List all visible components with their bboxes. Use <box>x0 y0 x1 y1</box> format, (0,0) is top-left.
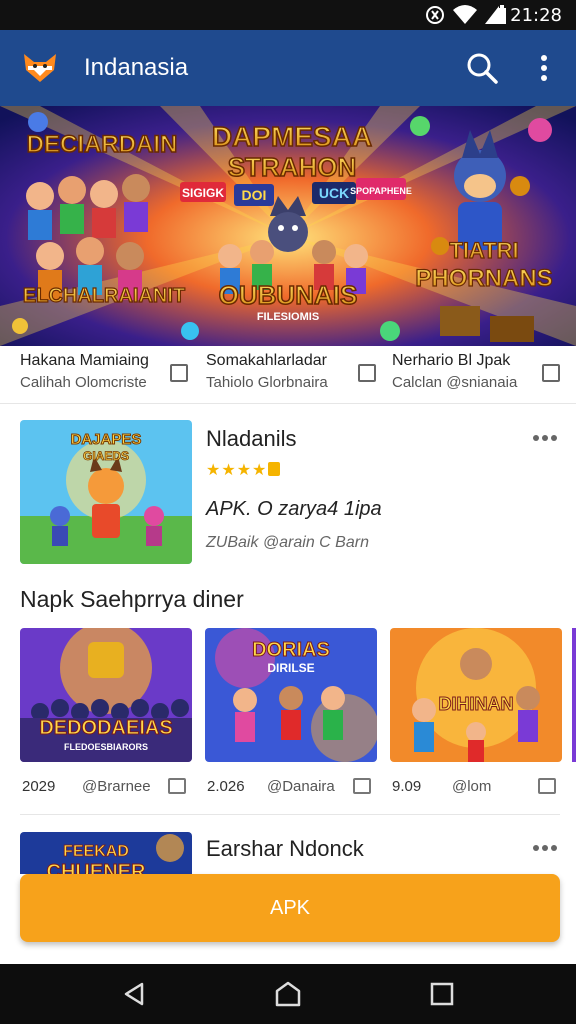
banner-bottom-right-1: TIATRI <box>449 238 518 263</box>
featured-subtitle: Calclan @snianaia <box>392 374 518 391</box>
thumb-text-2: GIAEDS <box>83 449 129 463</box>
app-bar: Indanasia <box>0 30 576 106</box>
tile-art-text-1: DIHINAN <box>439 694 514 714</box>
tile-meta: 2029 @Brarnee <box>20 776 192 806</box>
overflow-menu-icon[interactable] <box>530 50 558 86</box>
featured-subtitle: Calihah Olomcriste <box>20 374 147 391</box>
featured-checkbox-icon[interactable] <box>358 364 376 382</box>
status-time: 21:28 <box>510 5 562 26</box>
section-title: Napk Saehprrya diner <box>20 586 244 612</box>
banner-tag-3: UCK <box>319 185 349 201</box>
app-title: Indanasia <box>84 54 189 81</box>
tile-handle: @Brarnee <box>82 778 151 795</box>
app-thumbnail[interactable]: DAJAPES GIAEDS <box>20 420 192 564</box>
thumb-text-1: DAJAPES <box>71 431 142 448</box>
banner-headline-center-1: DAPMESAA <box>212 121 372 152</box>
tile-handle: @lom <box>452 778 492 795</box>
app-card[interactable]: DAJAPES GIAEDS Nladanils ★★★★ APK. O zar… <box>0 404 576 580</box>
tile-value: 2.026 <box>207 778 245 795</box>
featured-item[interactable]: Somakahlarladar Tahiolo Glorbnaira <box>206 352 376 400</box>
tile-checkbox-icon[interactable] <box>353 778 371 794</box>
tile-art-text-2: DIRILSE <box>267 661 314 675</box>
featured-item[interactable]: Nerhario Bl Jpak Calclan @snianaia <box>392 352 560 400</box>
featured-title: Somakahlarladar <box>206 352 327 369</box>
banner-tag-2: DOI <box>242 187 267 203</box>
banner-bottom-center-sub: FILESIOMIS <box>257 311 319 323</box>
tile-art: DORIAS DIRILSE <box>205 628 377 762</box>
tile-art-text-1: DEDODAEIAS <box>39 717 172 739</box>
system-nav-bar <box>0 964 576 1024</box>
banner-headline-center-2: STRAHON <box>228 152 357 182</box>
featured-row: Hakana Mamiaing Calihah Olomcriste Somak… <box>0 346 576 404</box>
tile-card[interactable]: DIHINAN 9.09 @lom <box>390 628 562 806</box>
app-title: Earshar Ndonck <box>206 836 364 861</box>
app-meta: ZUBaik @arain C Barn <box>206 534 369 551</box>
hero-banner[interactable]: DECIARDAIN DAPMESAA STRAHON SIGIGK DOI U… <box>0 106 576 346</box>
tile-checkbox-icon[interactable] <box>168 778 186 794</box>
tile-checkbox-icon[interactable] <box>538 778 556 794</box>
more-options-icon[interactable] <box>532 432 558 444</box>
signal-icon <box>426 6 444 24</box>
tile-meta: 9.09 @lom <box>390 776 562 806</box>
tile-value: 9.09 <box>392 778 422 795</box>
apk-download-button[interactable]: APK <box>20 874 560 942</box>
tile-handle: @Danaira <box>267 778 335 795</box>
recents-icon[interactable] <box>428 980 456 1008</box>
search-icon[interactable] <box>464 50 500 86</box>
banner-tag-1: SIGIGK <box>182 186 224 200</box>
featured-subtitle: Tahiolo Glorbnaira <box>206 374 328 391</box>
wifi-icon <box>453 5 477 24</box>
rating-stars: ★★★★ <box>206 462 268 479</box>
divider <box>20 814 560 815</box>
featured-checkbox-icon[interactable] <box>542 364 560 382</box>
tile-meta: 2.026 @Danaira <box>205 776 377 806</box>
more-options-icon[interactable] <box>532 842 558 854</box>
status-bar: 21:28 <box>0 0 576 30</box>
app-thumbnail-art: DAJAPES GIAEDS <box>20 420 192 564</box>
app-subtitle: APK. O zarya4 1ipa <box>206 498 382 520</box>
tile-art-text-2: FLEDOESBIARORS <box>64 742 148 752</box>
battery-icon <box>498 5 506 24</box>
featured-title: Hakana Mamiaing <box>20 352 149 369</box>
tile-card[interactable]: DORIAS DIRILSE 2.026 @Danaira <box>205 628 377 806</box>
tile-art: DIHINAN <box>390 628 562 762</box>
thumb-text-1: FEEKAD <box>63 843 129 860</box>
banner-artwork: DECIARDAIN DAPMESAA STRAHON SIGIGK DOI U… <box>0 106 576 346</box>
tile-card[interactable]: DEDODAEIAS FLEDOESBIARORS 2029 @Brarnee <box>20 628 192 806</box>
app-title: Nladanils <box>206 426 297 451</box>
tile-image[interactable]: DIHINAN <box>390 628 562 762</box>
tile-image[interactable]: DEDODAEIAS FLEDOESBIARORS <box>20 628 192 762</box>
tile-peek <box>572 628 576 762</box>
banner-headline-left: DECIARDAIN <box>27 131 178 158</box>
rating-badge-icon <box>268 462 280 476</box>
banner-bottom-right-2: PHORNANS <box>415 265 552 292</box>
home-icon[interactable] <box>274 980 302 1008</box>
tile-image[interactable]: DORIAS DIRILSE <box>205 628 377 762</box>
banner-tag-4: SPOPAPHENE <box>350 186 412 196</box>
app-card[interactable]: FEEKAD CHUENER Earshar Ndonck <box>0 820 576 880</box>
tile-value: 2029 <box>22 778 56 795</box>
fox-logo-icon[interactable] <box>20 48 60 88</box>
banner-bottom-center: OUBUNAIS <box>219 280 358 310</box>
featured-item[interactable]: Hakana Mamiaing Calihah Olomcriste <box>20 352 190 400</box>
featured-checkbox-icon[interactable] <box>170 364 188 382</box>
back-icon[interactable] <box>120 980 148 1008</box>
featured-title: Nerhario Bl Jpak <box>392 352 511 369</box>
app-thumbnail[interactable]: FEEKAD CHUENER <box>20 832 192 880</box>
app-thumbnail-art: FEEKAD CHUENER <box>20 832 192 880</box>
banner-bottom-left: ELCHALRAIANIT <box>23 285 185 307</box>
tile-art: DEDODAEIAS FLEDOESBIARORS <box>20 628 192 762</box>
tile-art-text-1: DORIAS <box>252 639 330 661</box>
